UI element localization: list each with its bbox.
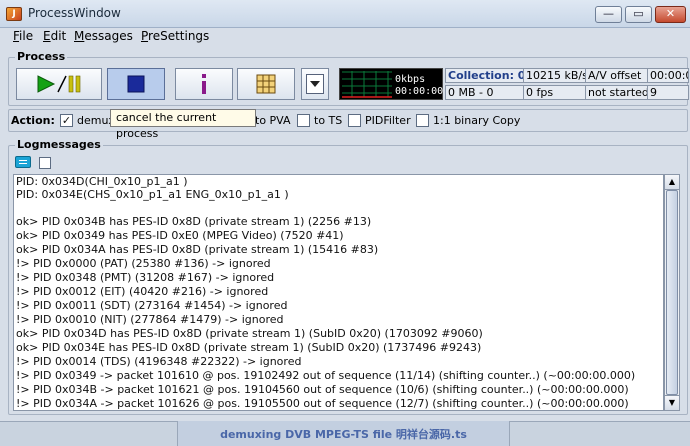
binary-copy-checkbox[interactable] — [416, 114, 429, 127]
to-pva-label: to PVA — [255, 114, 291, 127]
maximize-button[interactable]: ▭ — [625, 6, 652, 23]
menu-presettings[interactable]: PreSettings — [141, 29, 209, 43]
log-line: ok> PID 0x034D has PES-ID 0x8D (private … — [16, 327, 483, 340]
log-option-checkbox[interactable] — [39, 157, 51, 169]
bitrate-readout: 0kbps — [395, 74, 426, 85]
log-line: PID: 0x034E(CHS_0x10_p1_a1 ENG_0x10_p1_a… — [16, 188, 289, 201]
info-icon — [202, 74, 206, 94]
log-line: !> PID 0x0012 (EIT) (40420 #216) -> igno… — [16, 285, 269, 298]
log-line: PID: 0x034D(CHI_0x10_p1_a1 ) — [16, 175, 188, 188]
log-line: !> PID 0x0010 (NIT) (277864 #1479) -> ig… — [16, 313, 284, 326]
java-app-icon: J — [6, 7, 22, 21]
window-title: ProcessWindow — [28, 6, 121, 20]
log-line: ok> PID 0x034B has PES-ID 0x8D (private … — [16, 215, 372, 228]
grid-button[interactable] — [237, 68, 295, 100]
play-pause-icon — [37, 75, 81, 93]
process-group-label: Process — [15, 50, 68, 63]
log-line: !> PID 0x0348 (PMT) (31208 #167) -> igno… — [16, 271, 275, 284]
log-text-area[interactable]: PID: 0x034D(CHI_0x10_p1_a1 ) PID: 0x034E… — [13, 174, 664, 411]
menu-file[interactable]: File — [13, 29, 33, 43]
info-button[interactable] — [175, 68, 233, 100]
to-ts-checkbox[interactable] — [297, 114, 310, 127]
grid-icon — [256, 74, 276, 94]
action-label: Action: — [11, 114, 55, 127]
av-offset-value: 00:00:0 — [647, 68, 689, 83]
scroll-down-button[interactable]: ▼ — [664, 395, 680, 411]
time-readout: 00:00:00 — [395, 86, 444, 97]
size-stat: 0 MB - 0 — [445, 85, 524, 100]
log-line: ok> PID 0x0349 has PES-ID 0xE0 (MPEG Vid… — [16, 229, 344, 242]
play-pause-button[interactable] — [16, 68, 102, 100]
datarate-stat: 10215 kB/s — [523, 68, 586, 83]
process-state-stat: not started — [585, 85, 648, 100]
log-line: ok> PID 0x034E has PES-ID 0x8D (private … — [16, 341, 482, 354]
menu-messages[interactable]: Messages — [74, 29, 133, 43]
binary-copy-label: 1:1 binary Copy — [433, 114, 521, 127]
fps-stat: 0 fps — [523, 85, 586, 100]
stop-button[interactable] — [107, 68, 165, 100]
close-button[interactable]: ✕ — [655, 6, 686, 23]
demux-checkbox[interactable]: ✓ — [60, 114, 73, 127]
log-line: !> PID 0x0014 (TDS) (4196348 #22322) -> … — [16, 355, 302, 368]
log-line: !> PID 0x034B -> packet 101621 @ pos. 19… — [16, 383, 629, 396]
log-line: !> PID 0x0349 -> packet 101610 @ pos. 19… — [16, 369, 636, 382]
log-line: ok> PID 0x034A has PES-ID 0x8D (private … — [16, 243, 379, 256]
log-view-icon[interactable] — [15, 156, 31, 168]
stop-icon — [127, 75, 145, 93]
log-line: !> PID 0x034A -> packet 101626 @ pos. 19… — [16, 397, 629, 410]
stop-tooltip: cancel the current process — [110, 109, 256, 140]
av-offset-label: A/V offset — [585, 68, 648, 83]
menu-edit[interactable]: Edit — [43, 29, 66, 43]
collection-stat: Collection: 0/0 — [445, 68, 524, 83]
log-line: !> PID 0x0000 (PAT) (25380 #136) -> igno… — [16, 257, 271, 270]
log-group-label: Logmessages — [15, 138, 103, 151]
to-ts-label: to TS — [314, 114, 343, 127]
minimize-button[interactable]: — — [595, 6, 622, 23]
extra-stat: 9 — [647, 85, 689, 100]
scroll-up-button[interactable]: ▲ — [664, 174, 680, 190]
pidfilter-checkbox[interactable] — [348, 114, 361, 127]
chevron-down-icon — [310, 81, 320, 87]
pidfilter-label: PIDFilter — [365, 114, 411, 127]
log-line: !> PID 0x0011 (SDT) (273164 #1454) -> ig… — [16, 299, 288, 312]
dropdown-button[interactable] — [301, 68, 329, 100]
scroll-thumb[interactable] — [666, 190, 678, 395]
status-text: demuxing DVB MPEG-TS file 明祥台源码.ts — [220, 428, 467, 441]
